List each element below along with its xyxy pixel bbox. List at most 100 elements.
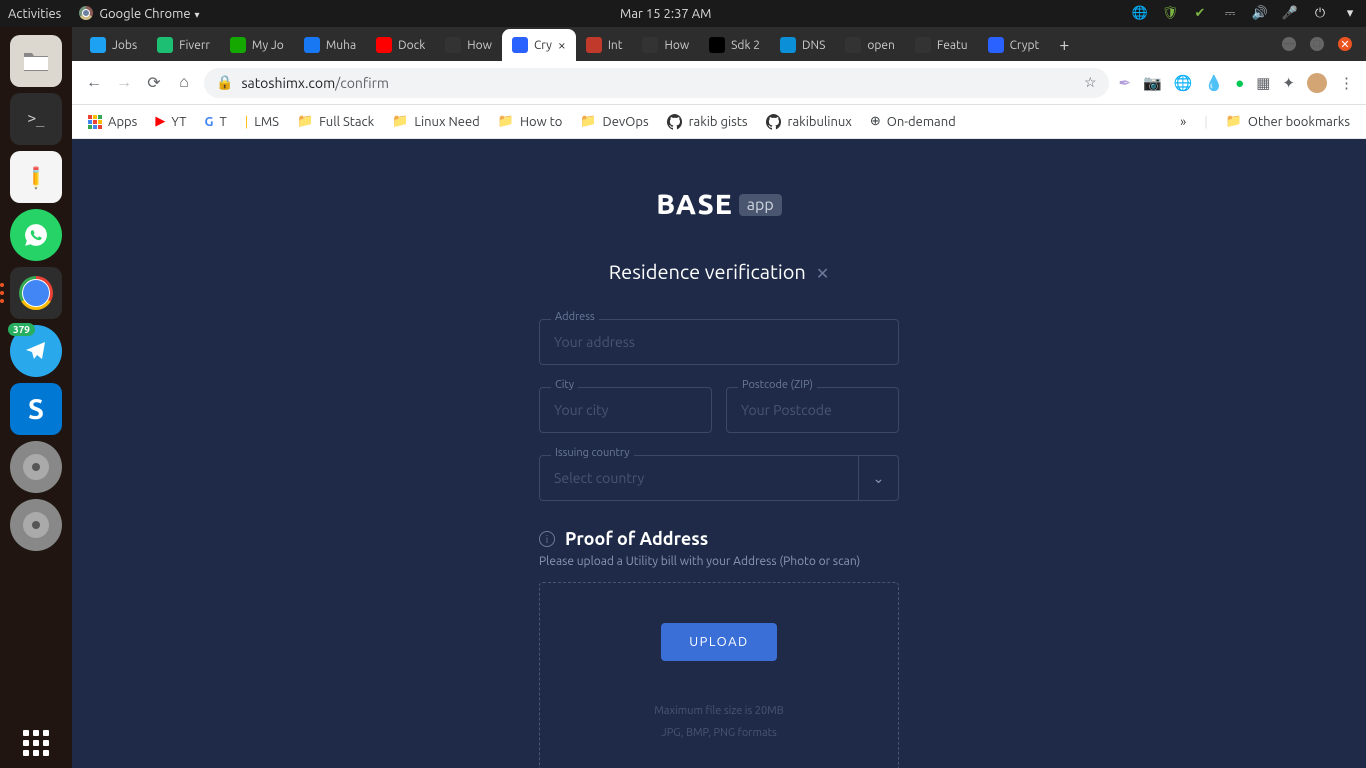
window-close-icon[interactable]: ✕: [1338, 37, 1352, 51]
upload-button[interactable]: UPLOAD: [661, 623, 776, 661]
bookmark-item[interactable]: ▶YT: [155, 114, 186, 129]
browser-tab[interactable]: Featu: [905, 29, 978, 61]
volume-icon[interactable]: 🔊: [1252, 6, 1268, 22]
browser-tab[interactable]: How: [435, 29, 502, 61]
browser-tab[interactable]: open: [835, 29, 905, 61]
tab-favicon: [988, 37, 1004, 53]
upload-hint: JPG, BMP, PNG formats: [560, 727, 878, 739]
bookmark-folder[interactable]: 📁Full Stack: [297, 114, 374, 129]
system-clock[interactable]: Mar 15 2:37 AM: [200, 7, 1132, 21]
other-bookmarks-folder[interactable]: 📁Other bookmarks: [1226, 114, 1350, 129]
extensions-icon[interactable]: ✦: [1282, 74, 1295, 92]
tab-favicon: [445, 37, 461, 53]
ext-icon[interactable]: 🌐: [1174, 74, 1193, 92]
ext-icon[interactable]: ●: [1235, 74, 1244, 92]
bookmark-folder[interactable]: 📁Linux Need: [392, 114, 480, 129]
tab-favicon: [845, 37, 861, 53]
tab-close-icon[interactable]: ×: [558, 37, 566, 53]
browser-menu-icon[interactable]: ⋮: [1339, 74, 1354, 92]
ext-icon[interactable]: 💧: [1204, 74, 1223, 92]
ext-icon[interactable]: ✒: [1119, 74, 1132, 92]
bookmark-item[interactable]: ⊕On-demand: [870, 114, 956, 129]
browser-tab[interactable]: Cry×: [502, 29, 576, 61]
ext-icon[interactable]: 📷: [1143, 74, 1162, 92]
dock-disk-icon[interactable]: [10, 441, 62, 493]
nav-forward-icon: →: [114, 73, 134, 92]
address-label: Address: [551, 311, 599, 323]
tab-label: Muha: [326, 39, 356, 52]
tab-label: Featu: [937, 39, 968, 52]
postcode-label: Postcode (ZIP): [738, 379, 817, 391]
bookmark-item[interactable]: |LMS: [245, 115, 279, 129]
bookmark-overflow-icon[interactable]: »: [1180, 115, 1186, 129]
tab-favicon: [780, 37, 796, 53]
nav-home-icon[interactable]: ⌂: [174, 73, 194, 92]
bookmark-item[interactable]: GT: [204, 115, 226, 129]
city-label: City: [551, 379, 578, 391]
bookmark-folder[interactable]: 📁How to: [498, 114, 563, 129]
browser-window: JobsFiverrMy JoMuhaDockHowCry×IntHowSdk …: [72, 27, 1366, 768]
close-icon[interactable]: ✕: [816, 265, 829, 283]
browser-tab[interactable]: Dock: [366, 29, 435, 61]
browser-tab[interactable]: How: [632, 29, 699, 61]
tab-label: Crypt: [1010, 39, 1040, 52]
dock-disk-icon[interactable]: [10, 499, 62, 551]
dock-whatsapp-icon[interactable]: [10, 209, 62, 261]
tray-icon[interactable]: 🛡: [1162, 6, 1178, 22]
info-icon[interactable]: i: [539, 531, 555, 547]
bookmark-item[interactable]: rakibulinux: [766, 114, 852, 130]
nav-reload-icon[interactable]: ⟳: [144, 73, 164, 92]
upload-dropzone[interactable]: UPLOAD Maximum file size is 20MB JPG, BM…: [539, 582, 899, 768]
dock-telegram-icon[interactable]: 379: [10, 325, 62, 377]
browser-addressbar: ← → ⟳ ⌂ 🔒 satoshimx.com/confirm ☆ ✒ 📷 🌐 …: [72, 61, 1366, 105]
bookmarks-bar: Apps ▶YT GT |LMS 📁Full Stack 📁Linux Need…: [72, 105, 1366, 139]
country-select[interactable]: Select country ⌄: [539, 455, 899, 501]
tab-label: My Jo: [252, 39, 284, 52]
window-minimize-icon[interactable]: —: [1282, 37, 1296, 51]
current-app-menu[interactable]: Google Chrome: [79, 6, 199, 21]
power-icon[interactable]: ⏻: [1312, 6, 1328, 22]
browser-tab[interactable]: Crypt: [978, 29, 1050, 61]
tray-icon[interactable]: 🌐: [1132, 6, 1148, 22]
address-input[interactable]: [539, 319, 899, 365]
ext-icon[interactable]: ▦: [1256, 74, 1270, 92]
dock-apps-grid-icon[interactable]: [23, 730, 49, 756]
tab-favicon: [304, 37, 320, 53]
browser-tab[interactable]: My Jo: [220, 29, 294, 61]
url-text: satoshimx.com/confirm: [241, 75, 389, 91]
dock-files-icon[interactable]: [10, 35, 62, 87]
tray-icon[interactable]: ✔: [1192, 6, 1208, 22]
postcode-input[interactable]: [726, 387, 899, 433]
browser-tab[interactable]: DNS: [770, 29, 835, 61]
dock-chrome-icon[interactable]: [10, 267, 62, 319]
apps-shortcut[interactable]: Apps: [88, 115, 137, 129]
chevron-down-icon: ⌄: [873, 470, 885, 487]
system-topbar: Activities Google Chrome Mar 15 2:37 AM …: [0, 0, 1366, 27]
activities-button[interactable]: Activities: [8, 7, 61, 21]
browser-tab[interactable]: Int: [576, 29, 633, 61]
bookmark-folder[interactable]: 📁DevOps: [580, 114, 648, 129]
dock-terminal-icon[interactable]: >_: [10, 93, 62, 145]
browser-tab[interactable]: Fiverr: [147, 29, 220, 61]
nav-back-icon[interactable]: ←: [84, 73, 104, 92]
dock-skype-icon[interactable]: S: [10, 383, 62, 435]
browser-tab[interactable]: Sdk 2: [699, 29, 770, 61]
bookmark-item[interactable]: rakib gists: [667, 114, 748, 130]
mic-icon[interactable]: 🎤: [1282, 6, 1298, 22]
dropdown-icon[interactable]: ▾: [1342, 6, 1358, 22]
browser-tab[interactable]: Jobs: [80, 29, 147, 61]
tab-favicon: [376, 37, 392, 53]
new-tab-button[interactable]: +: [1049, 29, 1079, 61]
network-icon[interactable]: ⎓: [1222, 6, 1238, 22]
dock-texteditor-icon[interactable]: ✏️: [10, 151, 62, 203]
window-maximize-icon[interactable]: □: [1310, 37, 1324, 51]
upload-hint: Maximum file size is 20MB: [560, 705, 878, 717]
url-input[interactable]: 🔒 satoshimx.com/confirm ☆: [204, 68, 1109, 98]
tab-favicon: [642, 37, 658, 53]
star-icon[interactable]: ☆: [1084, 74, 1097, 91]
browser-tab[interactable]: Muha: [294, 29, 366, 61]
city-input[interactable]: [539, 387, 712, 433]
app-logo: BASEapp: [439, 189, 999, 220]
proof-heading: Proof of Address: [565, 529, 708, 549]
profile-avatar[interactable]: [1307, 73, 1327, 93]
